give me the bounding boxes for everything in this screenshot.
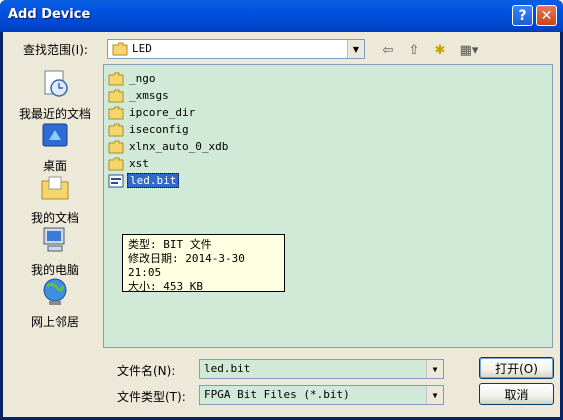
folder-icon	[108, 123, 124, 136]
desktop-icon	[42, 123, 68, 147]
window-title: Add Device	[8, 7, 91, 22]
recent-documents-icon	[44, 70, 68, 97]
folder-icon	[108, 72, 124, 85]
filetype-value: FPGA Bit Files (*.bit)	[204, 388, 350, 401]
filename-field[interactable]: led.bit ▼	[199, 359, 444, 379]
filetype-label: 文件类型(T):	[117, 390, 186, 404]
place-my-computer[interactable]: 我的电脑	[11, 224, 99, 278]
places-bar: 我最近的文档 桌面 我的文档 我的电脑 网上邻居	[11, 66, 99, 346]
list-item-folder[interactable]: xlnx_auto_0_xdb	[108, 138, 230, 155]
place-my-documents[interactable]: 我的文档	[11, 172, 99, 226]
close-button[interactable]: ✕	[536, 5, 557, 26]
folder-icon	[108, 106, 124, 119]
list-item-folder[interactable]: iseconfig	[108, 121, 191, 138]
file-name: xst	[129, 157, 149, 170]
look-in-value: LED	[132, 42, 152, 55]
open-button[interactable]: 打开(O)	[479, 357, 554, 379]
place-desktop[interactable]: 桌面	[11, 120, 99, 174]
toolbar: ⇦ ⇧ ✱ ▦▾	[378, 39, 482, 61]
look-in-label: 查找范围(I):	[23, 43, 88, 57]
my-computer-icon	[43, 227, 65, 252]
tooltip-date: 修改日期: 2014-3-30 21:05	[128, 252, 245, 279]
file-name: iseconfig	[129, 123, 189, 136]
list-item-folder[interactable]: ipcore_dir	[108, 104, 197, 121]
file-name: xlnx_auto_0_xdb	[129, 140, 229, 153]
look-in-combo[interactable]: LED ▼	[107, 39, 365, 59]
list-item-file[interactable]: led.bit	[108, 172, 180, 189]
list-item-folder[interactable]: _ngo	[108, 70, 158, 87]
new-folder-icon[interactable]: ✱	[430, 40, 450, 60]
tooltip-size: 大小: 453 KB	[128, 280, 203, 293]
list-item-folder[interactable]: _xmsgs	[108, 87, 171, 104]
add-device-dialog: Add Device ? ✕ 查找范围(I): LED ▼ ⇦ ⇧ ✱ ▦▾ 我…	[0, 0, 563, 420]
folder-icon	[112, 42, 128, 56]
filetype-select[interactable]: FPGA Bit Files (*.bit) ▼	[199, 385, 444, 405]
up-folder-icon[interactable]: ⇧	[404, 40, 424, 60]
folder-icon	[108, 89, 124, 102]
views-menu-icon[interactable]: ▦▾	[456, 40, 482, 60]
chevron-down-icon[interactable]: ▼	[426, 386, 443, 404]
back-icon[interactable]: ⇦	[378, 40, 398, 60]
title-bar[interactable]: Add Device ? ✕	[0, 0, 563, 32]
filename-label: 文件名(N):	[117, 364, 176, 378]
cancel-button[interactable]: 取消	[479, 383, 554, 405]
file-list[interactable]: _ngo _xmsgs ipcore_dir iseconfig xlnx_au…	[103, 64, 553, 348]
file-name: led.bit	[127, 173, 180, 188]
chevron-down-icon[interactable]: ▼	[426, 360, 443, 378]
file-name: ipcore_dir	[129, 106, 196, 119]
file-name: _ngo	[129, 72, 156, 85]
filename-value: led.bit	[204, 362, 251, 375]
place-network[interactable]: 网上邻居	[11, 276, 99, 330]
tooltip-type: 类型: BIT 文件	[128, 238, 212, 251]
chevron-down-icon[interactable]: ▼	[347, 40, 364, 58]
bit-file-icon	[108, 174, 124, 187]
help-button[interactable]: ?	[512, 5, 533, 26]
dialog-body: 查找范围(I): LED ▼ ⇦ ⇧ ✱ ▦▾ 我最近的文档 桌面 我的文档 我…	[3, 32, 560, 417]
file-name: _xmsgs	[129, 89, 169, 102]
folder-icon	[108, 140, 124, 153]
list-item-folder[interactable]: xst	[108, 155, 151, 172]
place-label: 网上邻居	[30, 315, 79, 329]
network-places-icon	[43, 278, 67, 305]
place-recent-documents[interactable]: 我最近的文档	[11, 68, 99, 122]
folder-icon	[108, 157, 124, 170]
file-info-tooltip: 类型: BIT 文件 修改日期: 2014-3-30 21:05 大小: 453…	[122, 234, 285, 293]
my-documents-icon	[41, 176, 69, 200]
